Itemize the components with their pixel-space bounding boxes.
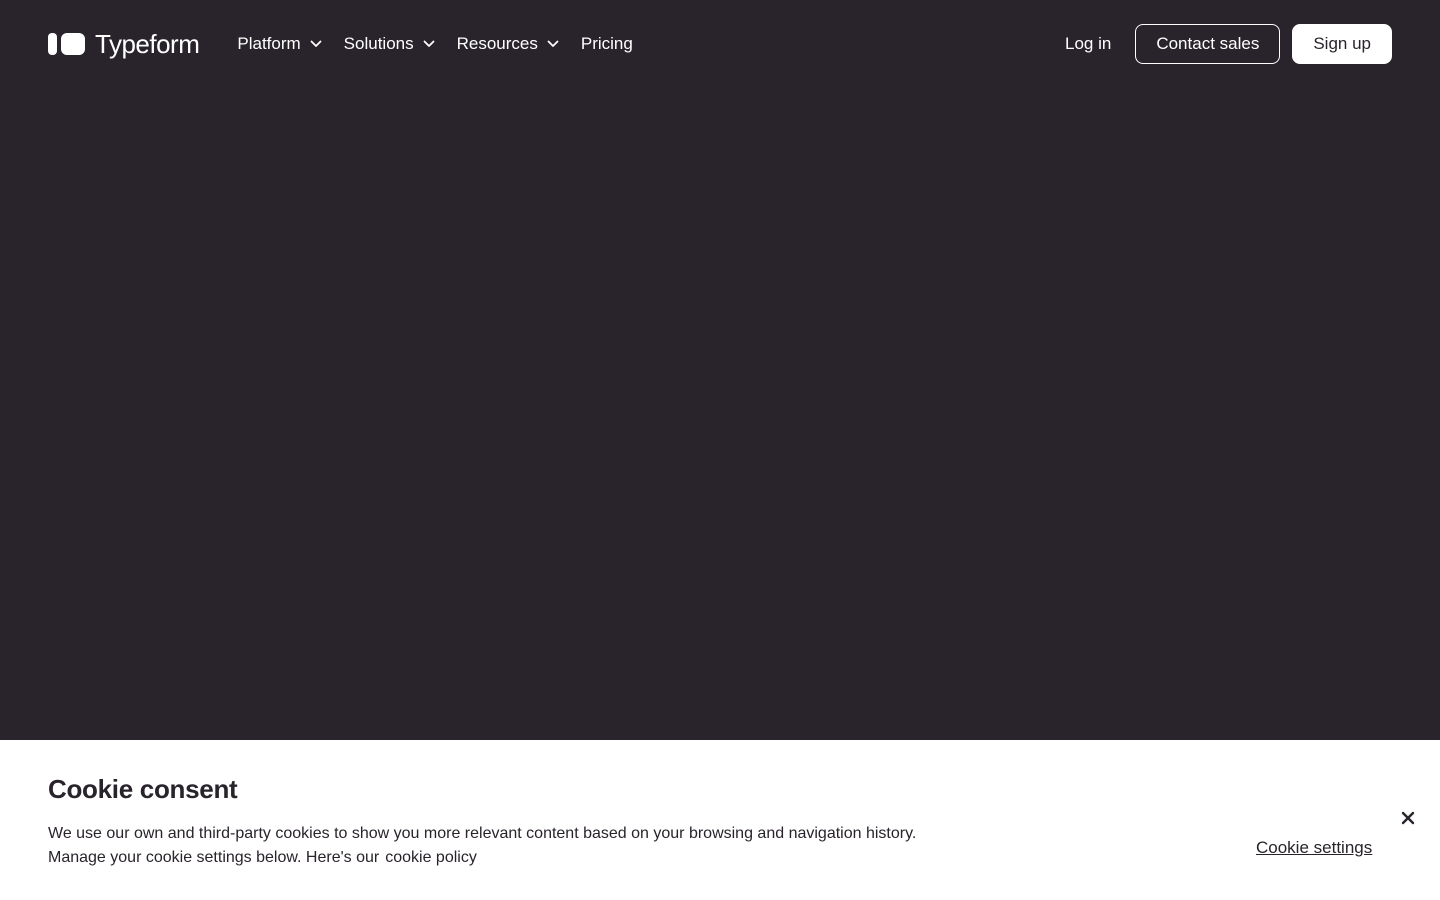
chevron-down-icon bbox=[310, 40, 322, 48]
nav-item-platform[interactable]: Platform bbox=[237, 24, 322, 64]
nav-item-solutions[interactable]: Solutions bbox=[344, 24, 435, 64]
sign-up-button[interactable]: Sign up bbox=[1292, 24, 1392, 64]
main-nav: Platform Solutions Resources Pricing bbox=[237, 24, 654, 64]
cookie-banner-title: Cookie consent bbox=[48, 774, 238, 804]
contact-sales-button[interactable]: Contact sales bbox=[1135, 24, 1281, 64]
nav-item-pricing[interactable]: Pricing bbox=[581, 24, 633, 64]
nav-item-resources[interactable]: Resources bbox=[457, 24, 559, 64]
chevron-down-icon bbox=[547, 40, 559, 48]
chevron-down-icon bbox=[423, 40, 435, 48]
cookie-text-line1: We use our own and third-party cookies t… bbox=[48, 825, 917, 842]
nav-item-label: Pricing bbox=[580, 34, 633, 53]
nav-item-label: Resources bbox=[456, 34, 538, 53]
typeform-logo[interactable]: Typeform bbox=[48, 28, 200, 60]
header-actions: Log in Contact sales Sign up bbox=[1065, 24, 1392, 64]
cookie-settings-link[interactable]: Cookie settings bbox=[1256, 838, 1372, 858]
top-navigation: Typeform Platform Solutions Resources Pr… bbox=[0, 0, 1440, 88]
login-link[interactable]: Log in bbox=[1065, 34, 1111, 54]
typeform-logo-icon bbox=[48, 33, 85, 55]
cookie-banner-text: We use our own and third-party cookies t… bbox=[48, 822, 988, 870]
brand-name: Typeform bbox=[95, 28, 200, 59]
close-icon[interactable] bbox=[1398, 808, 1418, 828]
cookie-policy-link[interactable]: cookie policy bbox=[385, 849, 477, 866]
cookie-text-line2-label: Manage your cookie settings below. Here'… bbox=[48, 849, 380, 866]
nav-item-label: Platform bbox=[237, 34, 301, 53]
cookie-text-line2: Manage your cookie settings below. Here'… bbox=[48, 846, 988, 870]
cookie-consent-banner: Cookie consent We use our own and third-… bbox=[0, 740, 1440, 900]
nav-item-label: Solutions bbox=[343, 34, 414, 53]
